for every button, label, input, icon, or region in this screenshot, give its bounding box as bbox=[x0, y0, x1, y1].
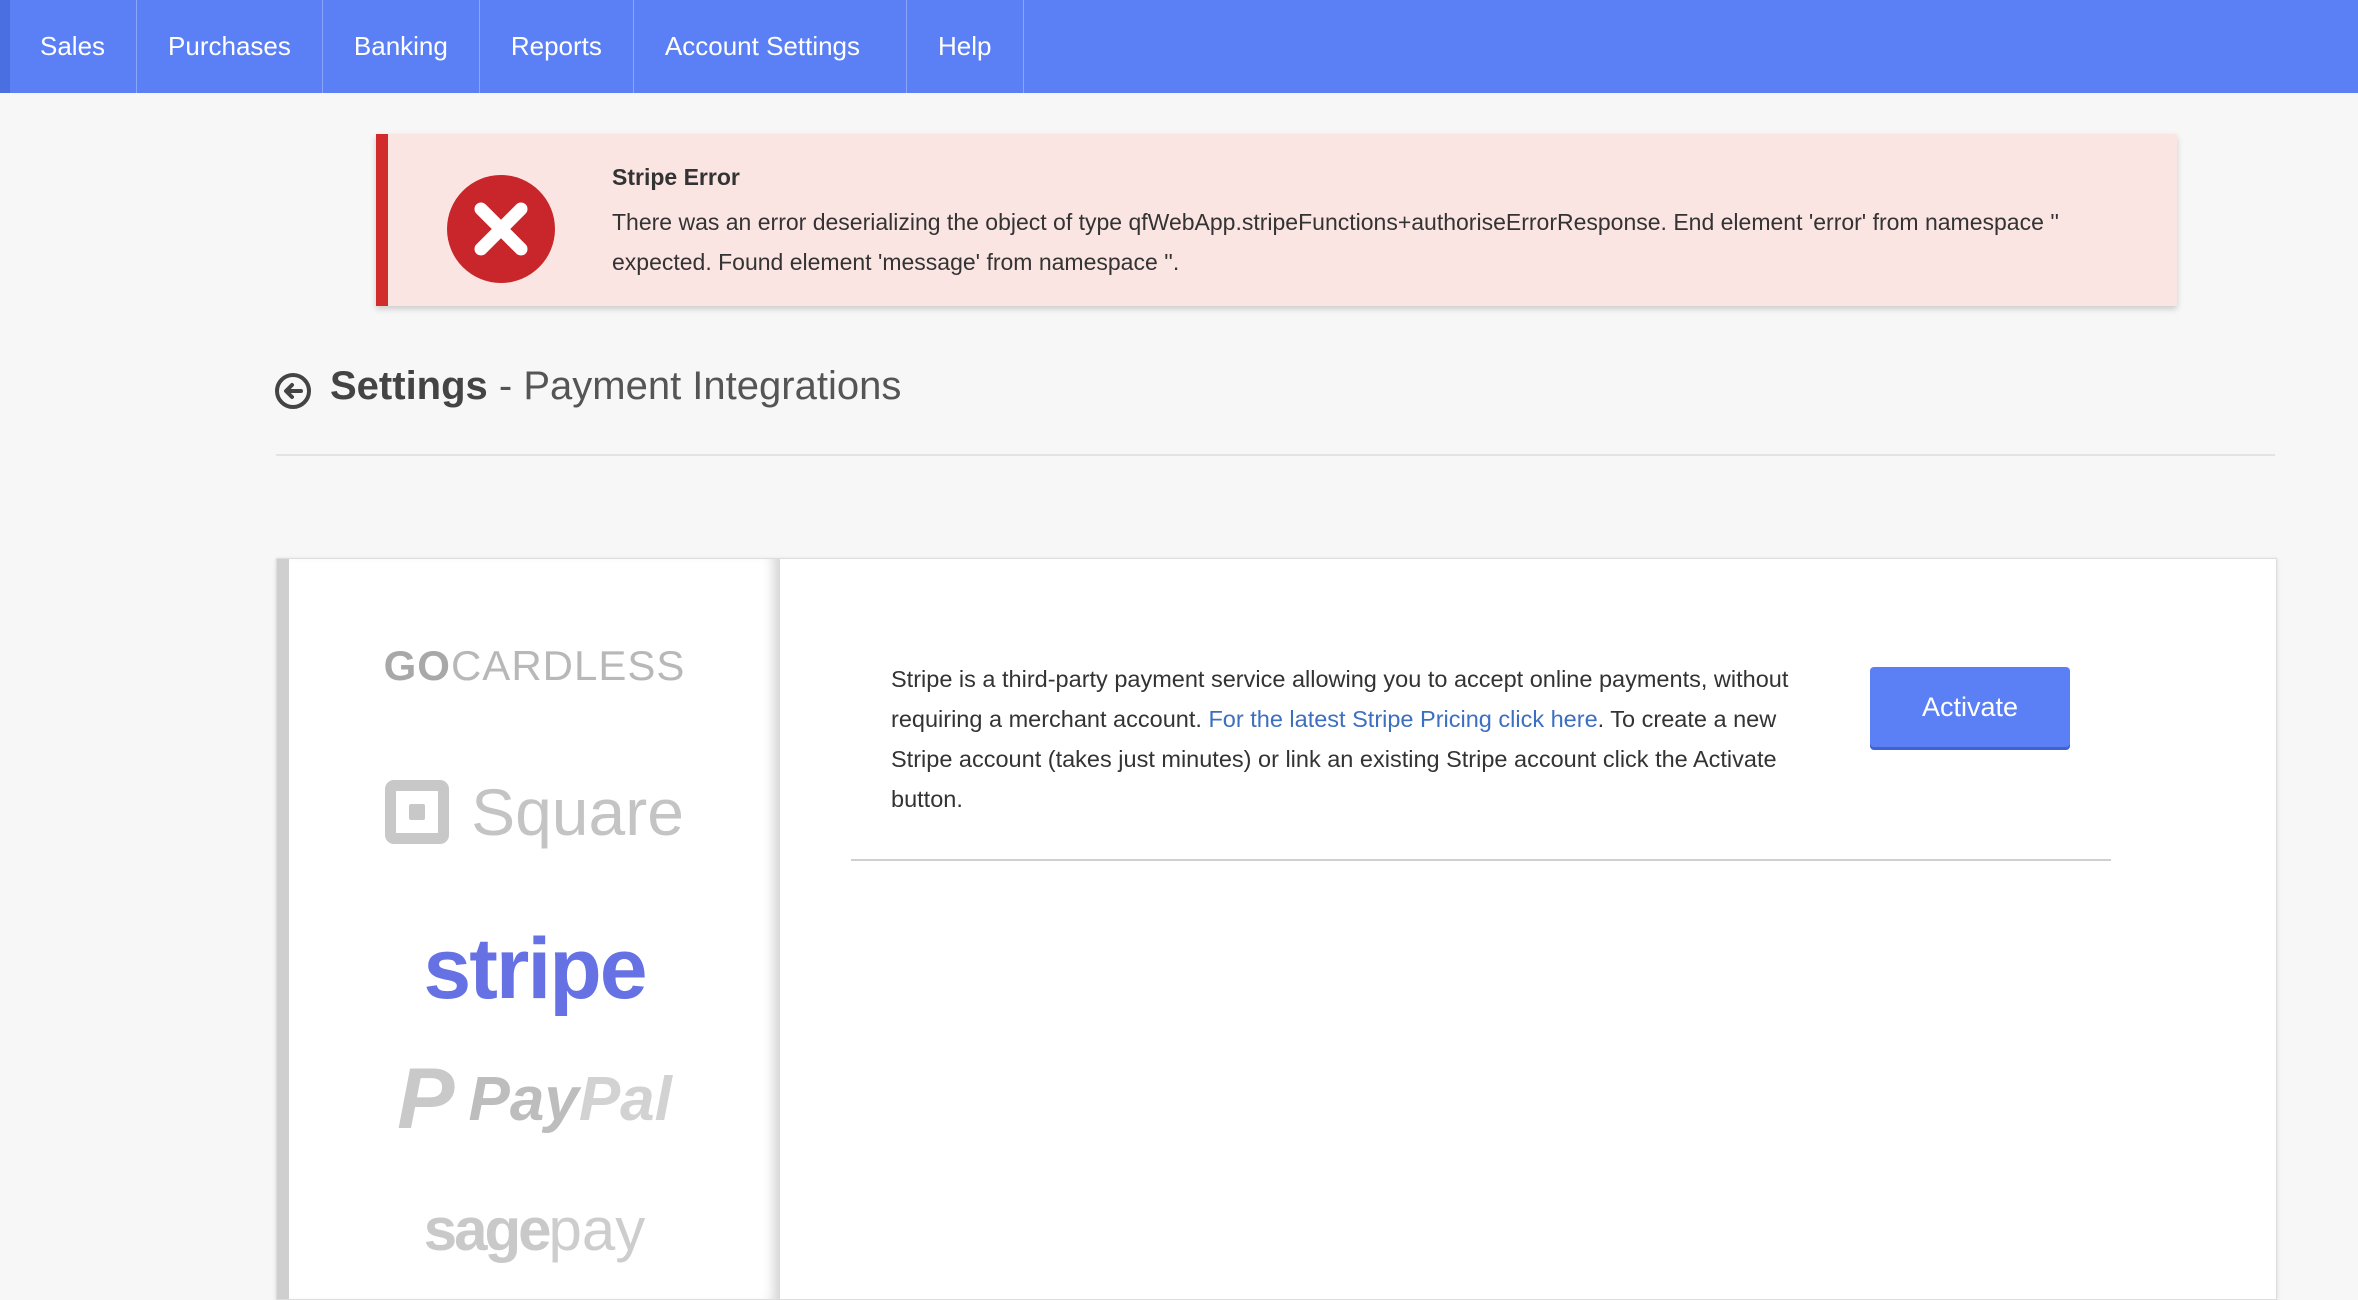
provider-gocardless[interactable]: GO CARDLESS bbox=[289, 631, 780, 701]
stripe-logo-text: stripe bbox=[423, 920, 647, 1017]
provider-sagepay[interactable]: sage pay bbox=[289, 1179, 780, 1279]
gocardless-logo-rest: CARDLESS bbox=[450, 642, 686, 689]
error-alert: Stripe Error There was an error deserial… bbox=[376, 134, 2177, 306]
provider-paypal[interactable]: P PayPal bbox=[289, 1049, 780, 1149]
paypal-logo-icon: P bbox=[397, 1050, 455, 1147]
page-title-main: Settings bbox=[330, 364, 488, 408]
activate-button[interactable]: Activate bbox=[1870, 667, 2070, 747]
alert-title: Stripe Error bbox=[612, 164, 740, 190]
square-logo-text: Square bbox=[471, 775, 684, 849]
nav-help[interactable]: Help bbox=[907, 0, 1024, 93]
top-nav: Sales Purchases Banking Reports Account … bbox=[0, 0, 2358, 93]
stripe-pricing-link[interactable]: For the latest Stripe Pricing click here bbox=[1208, 706, 1597, 732]
heading-divider bbox=[276, 454, 2275, 456]
sagepay-logo-sage: sage bbox=[423, 1195, 552, 1263]
sagepay-logo-pay: pay bbox=[548, 1195, 646, 1263]
nav-purchases[interactable]: Purchases bbox=[137, 0, 323, 93]
integration-panel: GO CARDLESS Square stripe P PayPal sage pa… bbox=[276, 558, 2277, 1300]
stripe-description: Stripe is a third-party payment service … bbox=[891, 659, 1791, 819]
nav-banking[interactable]: Banking bbox=[323, 0, 480, 93]
provider-square[interactable]: Square bbox=[289, 767, 780, 857]
back-arrow-icon[interactable] bbox=[274, 372, 312, 410]
provider-sidebar: GO CARDLESS Square stripe P PayPal sage pa… bbox=[277, 559, 780, 1299]
page-title: Settings - Payment Integrations bbox=[330, 364, 901, 409]
page-title-sub: - Payment Integrations bbox=[487, 364, 902, 408]
nav-account-settings[interactable]: Account Settings bbox=[634, 0, 908, 93]
paypal-logo-text: PayPal bbox=[468, 1064, 672, 1134]
provider-stripe[interactable]: stripe bbox=[289, 914, 780, 1024]
square-logo-icon bbox=[385, 780, 450, 844]
close-circle-icon bbox=[447, 175, 555, 283]
gocardless-logo-go: GO bbox=[383, 642, 451, 689]
nav-sales[interactable]: Sales bbox=[10, 0, 138, 93]
nav-reports[interactable]: Reports bbox=[480, 0, 634, 93]
alert-message: There was an error deserializing the obj… bbox=[612, 209, 2060, 275]
content-divider bbox=[851, 859, 2111, 861]
